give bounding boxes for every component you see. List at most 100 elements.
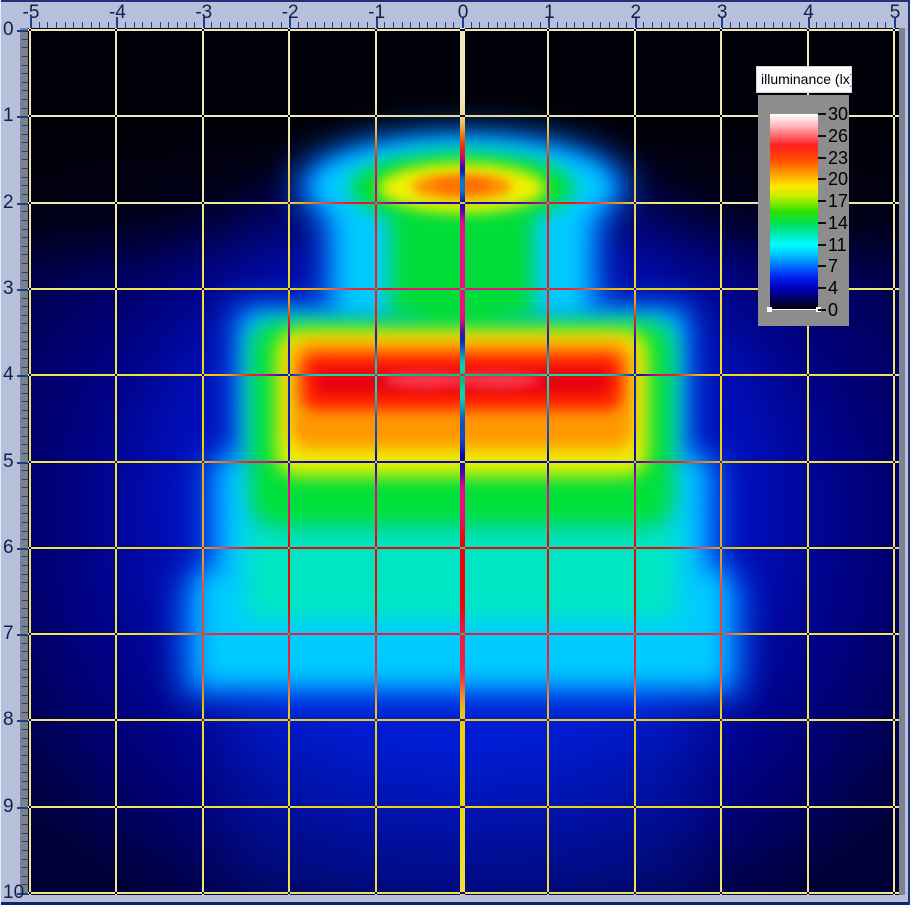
ruler-left-label: 7: [3, 624, 14, 644]
major-tick: [17, 116, 28, 118]
minor-tick: [22, 556, 28, 557]
minor-tick: [22, 185, 28, 186]
minor-tick: [22, 479, 28, 480]
colorbar-tick-label: 14: [828, 214, 848, 232]
minor-tick: [22, 487, 28, 488]
minor-tick: [22, 453, 28, 454]
ruler-horizontal[interactable]: -5-4-3-2-1012345: [0, 2, 910, 28]
minor-tick: [22, 867, 28, 868]
minor-tick: [22, 349, 28, 350]
minor-tick: [168, 22, 169, 28]
minor-tick: [22, 600, 28, 601]
ruler-left-label: 2: [3, 193, 14, 213]
major-tick: [17, 634, 28, 636]
colorbar-gradient: [770, 114, 818, 310]
minor-tick: [341, 22, 342, 28]
minor-tick: [427, 22, 428, 28]
minor-tick: [22, 617, 28, 618]
colorbar-tick: [818, 309, 826, 311]
minor-tick: [22, 298, 28, 299]
minor-tick: [22, 738, 28, 739]
minor-tick: [22, 626, 28, 627]
minor-tick: [22, 565, 28, 566]
minor-tick: [22, 470, 28, 471]
ruler-top-label: -1: [355, 3, 399, 23]
legend-illuminance[interactable]: illuminance (lx) 30262320171411740: [756, 66, 852, 327]
minor-tick: [22, 393, 28, 394]
minor-tick: [22, 142, 28, 143]
minor-tick: [514, 22, 515, 28]
ruler-vertical[interactable]: 012345678910: [1, 0, 28, 895]
colorbar-tick-label: 20: [828, 170, 848, 188]
minor-tick: [22, 341, 28, 342]
minor-tick: [255, 22, 256, 28]
minor-tick: [22, 254, 28, 255]
minor-tick: [22, 229, 28, 230]
minor-tick: [402, 22, 403, 28]
minor-tick: [22, 82, 28, 83]
minor-tick: [600, 22, 601, 28]
grid-line-horizontal: [28, 719, 899, 721]
minor-tick: [22, 522, 28, 523]
colorbar-tick-label: 11: [828, 236, 847, 254]
minor-tick: [22, 850, 28, 851]
minor-tick: [22, 772, 28, 773]
minor-tick: [22, 781, 28, 782]
minor-tick: [583, 22, 584, 28]
minor-tick: [22, 246, 28, 247]
minor-tick: [324, 22, 325, 28]
minor-tick: [574, 22, 575, 28]
minor-tick: [332, 22, 333, 28]
ruler-top-label: 1: [527, 3, 571, 23]
colorbar-handle-left[interactable]: [767, 307, 772, 312]
minor-tick: [91, 22, 92, 28]
ruler-top-label: 4: [787, 3, 831, 23]
ruler-left-label: 4: [3, 365, 14, 385]
minor-tick: [22, 608, 28, 609]
minor-tick: [22, 531, 28, 532]
minor-tick: [142, 22, 143, 28]
minor-tick: [151, 22, 152, 28]
minor-tick: [22, 574, 28, 575]
minor-tick: [859, 22, 860, 28]
minor-tick: [22, 444, 28, 445]
minor-tick: [764, 22, 765, 28]
minor-tick: [22, 686, 28, 687]
minor-tick: [22, 695, 28, 696]
minor-tick: [22, 401, 28, 402]
major-tick: [17, 30, 28, 32]
ruler-top-label: -4: [95, 3, 139, 23]
minor-tick: [22, 280, 28, 281]
minor-tick: [419, 22, 420, 28]
minor-tick: [177, 22, 178, 28]
grid-line-horizontal: [28, 547, 899, 549]
minor-tick: [65, 22, 66, 28]
colorbar-tick-label: 17: [828, 192, 848, 210]
minor-tick: [246, 22, 247, 28]
minor-tick: [22, 436, 28, 437]
minor-tick: [592, 22, 593, 28]
grid-line-horizontal: [28, 29, 899, 31]
ruler-left-label: 1: [3, 106, 14, 126]
minor-tick: [488, 22, 489, 28]
minor-tick: [22, 99, 28, 100]
colorbar-tick-label: 4: [828, 279, 838, 297]
minor-tick: [678, 22, 679, 28]
colorbar-tick: [818, 135, 826, 137]
minor-tick: [22, 332, 28, 333]
minor-tick: [22, 789, 28, 790]
minor-tick: [22, 496, 28, 497]
legend-panel: 30262320171411740: [758, 95, 849, 326]
ruler-top-label: 3: [700, 3, 744, 23]
minor-tick: [22, 65, 28, 66]
minor-tick: [505, 22, 506, 28]
major-tick: [17, 548, 28, 550]
ruler-top-label: 0: [441, 3, 485, 23]
minor-tick: [851, 22, 852, 28]
minor-tick: [22, 108, 28, 109]
minor-tick: [22, 876, 28, 877]
minor-tick: [22, 859, 28, 860]
minor-tick: [22, 73, 28, 74]
minor-tick: [669, 22, 670, 28]
minor-tick: [22, 513, 28, 514]
